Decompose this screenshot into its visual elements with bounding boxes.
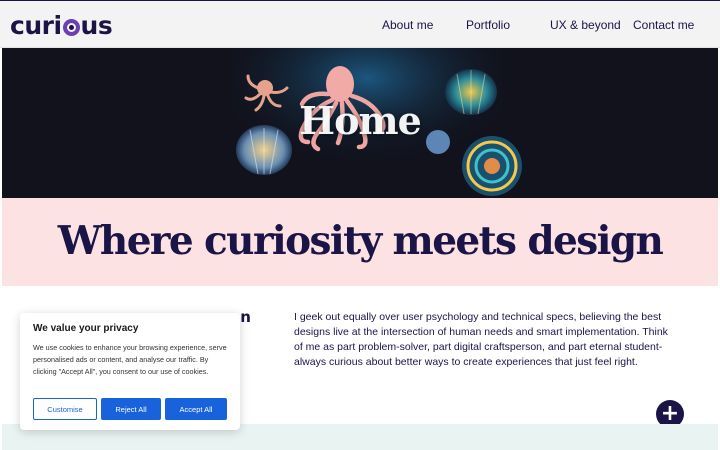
cookie-consent-banner: We value your privacy We use cookies to …: [20, 313, 240, 430]
nautilus-icon: [462, 136, 522, 196]
nav-ux-beyond[interactable]: UX & beyond: [550, 18, 621, 32]
nav-about-me[interactable]: About me: [382, 18, 433, 32]
nav-contact-me[interactable]: Contact me: [633, 18, 694, 32]
plus-icon: +: [660, 401, 680, 426]
cookie-title: We value your privacy: [33, 323, 139, 334]
cookie-buttons: Customise Reject All Accept All: [33, 398, 227, 420]
accept-all-button[interactable]: Accept All: [165, 398, 227, 420]
reject-all-button[interactable]: Reject All: [101, 398, 161, 420]
hero-banner: Home: [2, 48, 718, 198]
nav-portfolio[interactable]: Portfolio: [466, 18, 510, 32]
intro-paragraph: I geek out equally over user psychology …: [294, 311, 668, 368]
cookie-text: We use cookies to enhance your browsing …: [33, 343, 227, 376]
tagline-heading: Where curiosity meets design: [57, 218, 664, 264]
site-header: curi us About me Portfolio UX & beyond Co…: [0, 0, 720, 48]
customise-button[interactable]: Customise: [33, 398, 97, 420]
hero-title: Home: [299, 98, 422, 143]
tagline-band: Where curiosity meets design: [2, 198, 718, 286]
main-nav: About me Portfolio UX & beyond Contact m…: [0, 1, 720, 49]
